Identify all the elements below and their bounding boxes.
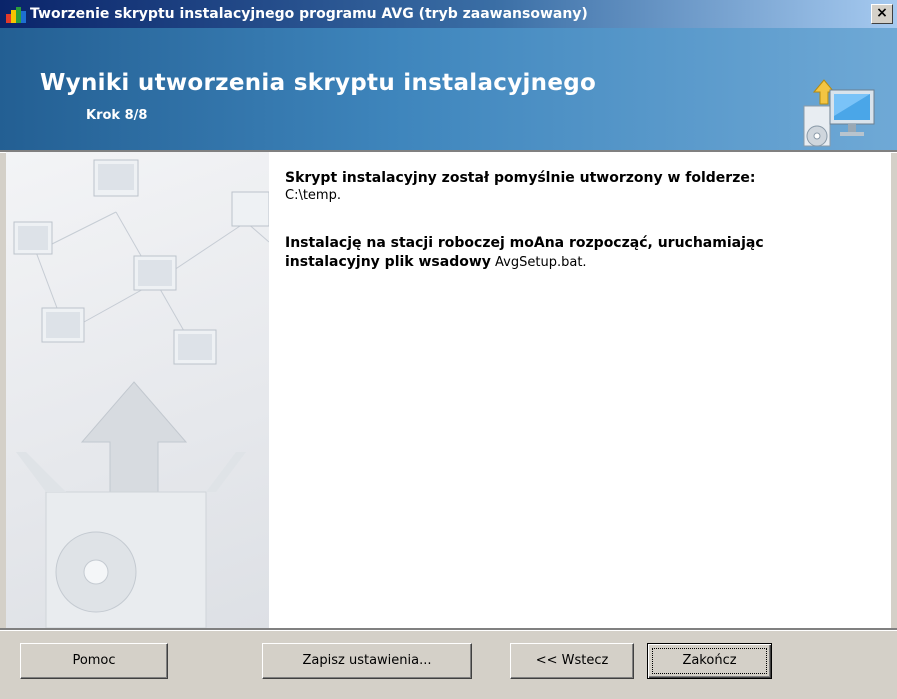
network-illustration — [13, 159, 269, 628]
back-button-label: << Wstecz — [535, 653, 609, 668]
instruction-line-1: Instalację na stacji roboczej moAna rozp… — [285, 235, 764, 251]
step-indicator: Krok 8/8 — [86, 108, 148, 123]
back-button[interactable]: << Wstecz — [510, 643, 634, 679]
instruction-message: Instalację na stacji roboczej moAna rozp… — [285, 234, 885, 272]
help-button[interactable]: Pomoc — [20, 643, 168, 679]
save-settings-button-label: Zapisz ustawienia... — [302, 653, 432, 668]
finish-button[interactable]: Zakończ — [647, 643, 772, 679]
computer-install-icon — [803, 79, 875, 147]
page-title: Wyniki utworzenia skryptu instalacyjnego — [40, 70, 597, 96]
footer-divider — [0, 628, 897, 631]
title-bar: Tworzenie skryptu instalacyjnego program… — [0, 0, 897, 28]
window-title: Tworzenie skryptu instalacyjnego program… — [30, 6, 588, 22]
batch-file-name: AvgSetup.bat. — [495, 255, 587, 270]
success-message: Skrypt instalacyjny został pomyślnie utw… — [285, 170, 756, 186]
close-button[interactable]: × — [871, 4, 893, 24]
instruction-line-2: instalacyjny plik wsadowy — [285, 254, 491, 270]
installer-window: Tworzenie skryptu instalacyjnego program… — [0, 0, 897, 699]
focus-rectangle — [652, 648, 767, 674]
content-panel: Skrypt instalacyjny został pomyślnie utw… — [6, 152, 891, 628]
avg-logo-icon — [6, 7, 26, 23]
help-button-label: Pomoc — [72, 653, 116, 668]
side-illustration — [6, 152, 269, 628]
save-settings-button[interactable]: Zapisz ustawienia... — [262, 643, 472, 679]
folder-path: C:\temp. — [285, 188, 341, 203]
wizard-header: Wyniki utworzenia skryptu instalacyjnego… — [0, 28, 897, 150]
